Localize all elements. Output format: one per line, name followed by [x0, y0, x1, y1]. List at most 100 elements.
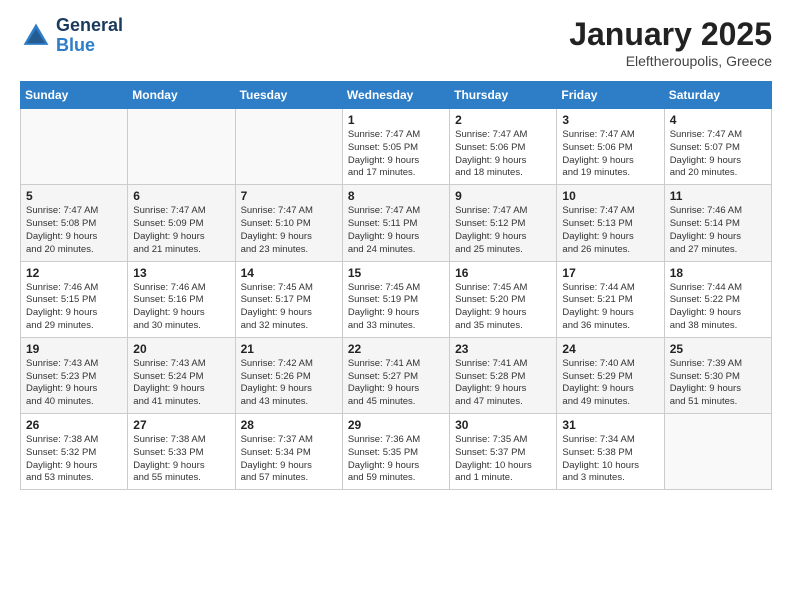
day-number: 16 — [455, 266, 551, 280]
day-number: 9 — [455, 189, 551, 203]
day-number: 21 — [241, 342, 337, 356]
day-info: Sunrise: 7:47 AM Sunset: 5:10 PM Dayligh… — [241, 205, 337, 256]
table-row: 19 Sunrise: 7:43 AM Sunset: 5:23 PM Dayli… — [21, 337, 128, 413]
table-row: 10 Sunrise: 7:47 AM Sunset: 5:13 PM Dayli… — [557, 185, 664, 261]
day-number: 8 — [348, 189, 444, 203]
day-number: 1 — [348, 113, 444, 127]
table-row — [128, 109, 235, 185]
calendar-table: Sunday Monday Tuesday Wednesday Thursday… — [20, 81, 772, 490]
day-number: 6 — [133, 189, 229, 203]
day-number: 12 — [26, 266, 122, 280]
day-number: 7 — [241, 189, 337, 203]
day-info: Sunrise: 7:47 AM Sunset: 5:12 PM Dayligh… — [455, 205, 551, 256]
table-row: 11 Sunrise: 7:46 AM Sunset: 5:14 PM Dayli… — [664, 185, 771, 261]
title-block: January 2025 Eleftheroupolis, Greece — [569, 16, 772, 69]
day-info: Sunrise: 7:45 AM Sunset: 5:17 PM Dayligh… — [241, 282, 337, 333]
table-row: 6 Sunrise: 7:47 AM Sunset: 5:09 PM Daylig… — [128, 185, 235, 261]
day-info: Sunrise: 7:47 AM Sunset: 5:05 PM Dayligh… — [348, 129, 444, 180]
table-row — [664, 414, 771, 490]
day-number: 24 — [562, 342, 658, 356]
table-row: 13Sunrise: 7:46 AM Sunset: 5:16 PM Dayli… — [128, 261, 235, 337]
day-number: 31 — [562, 418, 658, 432]
table-row: 29 Sunrise: 7:36 AM Sunset: 5:35 PM Dayli… — [342, 414, 449, 490]
day-number: 23 — [455, 342, 551, 356]
day-number: 3 — [562, 113, 658, 127]
logo-general-text: General — [56, 16, 123, 36]
calendar-header-row: Sunday Monday Tuesday Wednesday Thursday… — [21, 82, 772, 109]
header-wednesday: Wednesday — [342, 82, 449, 109]
day-info: Sunrise: 7:46 AM Sunset: 5:15 PM Dayligh… — [26, 282, 122, 333]
table-row: 20Sunrise: 7:43 AM Sunset: 5:24 PM Dayli… — [128, 337, 235, 413]
day-info: Sunrise: 7:41 AM Sunset: 5:27 PM Dayligh… — [348, 358, 444, 409]
table-row: 16 Sunrise: 7:45 AM Sunset: 5:20 PM Dayli… — [450, 261, 557, 337]
table-row: 12 Sunrise: 7:46 AM Sunset: 5:15 PM Dayli… — [21, 261, 128, 337]
header-thursday: Thursday — [450, 82, 557, 109]
table-row: 1 Sunrise: 7:47 AM Sunset: 5:05 PM Daylig… — [342, 109, 449, 185]
day-number: 14 — [241, 266, 337, 280]
day-info: Sunrise: 7:44 AM Sunset: 5:22 PM Dayligh… — [670, 282, 766, 333]
logo-text: General Blue — [56, 16, 123, 56]
day-number: 26 — [26, 418, 122, 432]
calendar-week-row: 19 Sunrise: 7:43 AM Sunset: 5:23 PM Dayli… — [21, 337, 772, 413]
day-info: Sunrise: 7:38 AM Sunset: 5:33 PM Dayligh… — [133, 434, 229, 485]
calendar-week-row: 12 Sunrise: 7:46 AM Sunset: 5:15 PM Dayli… — [21, 261, 772, 337]
day-number: 4 — [670, 113, 766, 127]
header-tuesday: Tuesday — [235, 82, 342, 109]
day-info: Sunrise: 7:47 AM Sunset: 5:11 PM Dayligh… — [348, 205, 444, 256]
header-sunday: Sunday — [21, 82, 128, 109]
day-info: Sunrise: 7:47 AM Sunset: 5:13 PM Dayligh… — [562, 205, 658, 256]
day-number: 22 — [348, 342, 444, 356]
day-number: 17 — [562, 266, 658, 280]
day-info: Sunrise: 7:47 AM Sunset: 5:06 PM Dayligh… — [455, 129, 551, 180]
day-info: Sunrise: 7:38 AM Sunset: 5:32 PM Dayligh… — [26, 434, 122, 485]
day-number: 29 — [348, 418, 444, 432]
day-number: 5 — [26, 189, 122, 203]
day-number: 25 — [670, 342, 766, 356]
day-info: Sunrise: 7:43 AM Sunset: 5:24 PM Dayligh… — [133, 358, 229, 409]
calendar-week-row: 26 Sunrise: 7:38 AM Sunset: 5:32 PM Dayli… — [21, 414, 772, 490]
header-friday: Friday — [557, 82, 664, 109]
table-row: 21Sunrise: 7:42 AM Sunset: 5:26 PM Dayli… — [235, 337, 342, 413]
title-location: Eleftheroupolis, Greece — [569, 53, 772, 69]
day-number: 18 — [670, 266, 766, 280]
day-number: 19 — [26, 342, 122, 356]
logo-blue-text: Blue — [56, 36, 123, 56]
day-info: Sunrise: 7:45 AM Sunset: 5:19 PM Dayligh… — [348, 282, 444, 333]
day-info: Sunrise: 7:44 AM Sunset: 5:21 PM Dayligh… — [562, 282, 658, 333]
day-info: Sunrise: 7:47 AM Sunset: 5:09 PM Dayligh… — [133, 205, 229, 256]
calendar-week-row: 1 Sunrise: 7:47 AM Sunset: 5:05 PM Daylig… — [21, 109, 772, 185]
day-number: 10 — [562, 189, 658, 203]
table-row: 15 Sunrise: 7:45 AM Sunset: 5:19 PM Dayli… — [342, 261, 449, 337]
page: General Blue January 2025 Eleftheroupoli… — [0, 0, 792, 510]
day-number: 11 — [670, 189, 766, 203]
day-info: Sunrise: 7:45 AM Sunset: 5:20 PM Dayligh… — [455, 282, 551, 333]
day-info: Sunrise: 7:46 AM Sunset: 5:16 PM Dayligh… — [133, 282, 229, 333]
day-info: Sunrise: 7:34 AM Sunset: 5:38 PM Dayligh… — [562, 434, 658, 485]
day-number: 27 — [133, 418, 229, 432]
table-row: 14 Sunrise: 7:45 AM Sunset: 5:17 PM Dayli… — [235, 261, 342, 337]
day-info: Sunrise: 7:36 AM Sunset: 5:35 PM Dayligh… — [348, 434, 444, 485]
title-month: January 2025 — [569, 16, 772, 53]
day-number: 15 — [348, 266, 444, 280]
table-row: 27 Sunrise: 7:38 AM Sunset: 5:33 PM Dayli… — [128, 414, 235, 490]
day-info: Sunrise: 7:46 AM Sunset: 5:14 PM Dayligh… — [670, 205, 766, 256]
logo-icon — [20, 20, 52, 52]
table-row: 18 Sunrise: 7:44 AM Sunset: 5:22 PM Dayli… — [664, 261, 771, 337]
day-info: Sunrise: 7:37 AM Sunset: 5:34 PM Dayligh… — [241, 434, 337, 485]
day-info: Sunrise: 7:35 AM Sunset: 5:37 PM Dayligh… — [455, 434, 551, 485]
table-row: 17 Sunrise: 7:44 AM Sunset: 5:21 PM Dayli… — [557, 261, 664, 337]
table-row: 30Sunrise: 7:35 AM Sunset: 5:37 PM Dayli… — [450, 414, 557, 490]
table-row: 25 Sunrise: 7:39 AM Sunset: 5:30 PM Dayli… — [664, 337, 771, 413]
table-row: 23 Sunrise: 7:41 AM Sunset: 5:28 PM Dayli… — [450, 337, 557, 413]
header-monday: Monday — [128, 82, 235, 109]
day-info: Sunrise: 7:43 AM Sunset: 5:23 PM Dayligh… — [26, 358, 122, 409]
day-info: Sunrise: 7:39 AM Sunset: 5:30 PM Dayligh… — [670, 358, 766, 409]
day-number: 28 — [241, 418, 337, 432]
table-row: 31 Sunrise: 7:34 AM Sunset: 5:38 PM Dayli… — [557, 414, 664, 490]
calendar-week-row: 5Sunrise: 7:47 AM Sunset: 5:08 PM Daylig… — [21, 185, 772, 261]
header: General Blue January 2025 Eleftheroupoli… — [20, 16, 772, 69]
table-row: 7 Sunrise: 7:47 AM Sunset: 5:10 PM Daylig… — [235, 185, 342, 261]
day-info: Sunrise: 7:47 AM Sunset: 5:06 PM Dayligh… — [562, 129, 658, 180]
day-info: Sunrise: 7:41 AM Sunset: 5:28 PM Dayligh… — [455, 358, 551, 409]
day-info: Sunrise: 7:47 AM Sunset: 5:07 PM Dayligh… — [670, 129, 766, 180]
